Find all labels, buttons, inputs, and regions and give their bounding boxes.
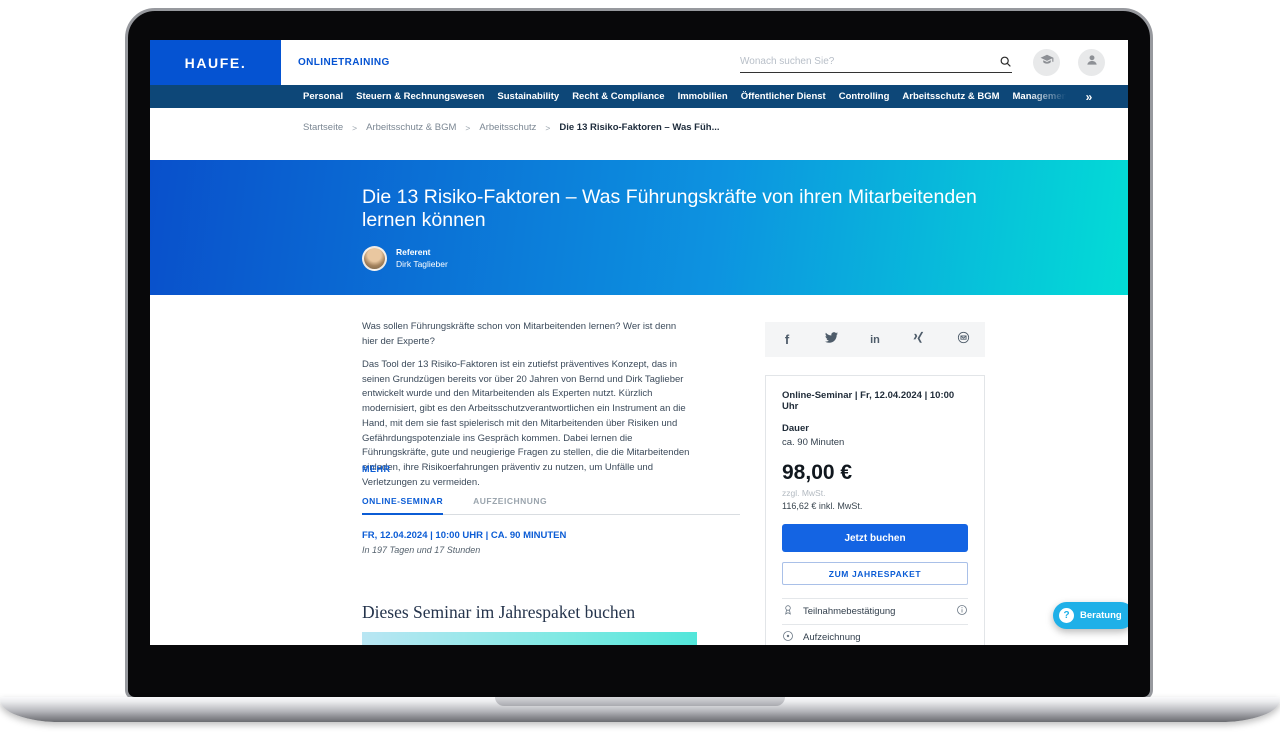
facebook-icon: f	[785, 332, 789, 347]
haufe-logo-text: Haufe.	[185, 55, 247, 71]
referent-avatar	[362, 246, 387, 271]
feature-label: Aufzeichnung	[803, 632, 968, 643]
article-body: Das Tool der 13 Risiko-Faktoren ist ein …	[362, 358, 694, 490]
share-email-button[interactable]	[952, 329, 974, 351]
page-title: Die 13 Risiko-Faktoren – Was Führungskrä…	[362, 186, 1002, 232]
academy-button[interactable]	[1033, 49, 1060, 76]
question-circle-icon: ?	[1059, 608, 1074, 623]
consult-button-label: Beratung	[1080, 610, 1122, 621]
haufe-logo[interactable]: Haufe.	[150, 40, 281, 85]
breadcrumb-separator: >	[545, 123, 550, 133]
nav-item-oeffentlicher-dienst[interactable]: Öffentlicher Dienst	[741, 91, 826, 102]
breadcrumb-arbeitsschutz[interactable]: Arbeitsschutz	[479, 122, 536, 133]
article-intro: Was sollen Führungskräfte schon von Mita…	[362, 320, 694, 349]
portal-label: ONLINETRAINING	[298, 40, 390, 85]
referent-row: Referent Dirk Taglieber	[362, 246, 448, 271]
nav-item-personal[interactable]: Personal	[303, 91, 343, 102]
nav-overflow-chevron-icon[interactable]: »	[1086, 90, 1093, 104]
breadcrumb: Startseite > Arbeitsschutz & BGM > Arbei…	[303, 122, 720, 133]
nav-item-arbeitsschutz[interactable]: Arbeitsschutz & BGM	[902, 91, 999, 102]
browser-viewport: Haufe. ONLINETRAINING	[150, 40, 1128, 645]
graduation-cap-icon	[1040, 53, 1054, 72]
feature-label: Teilnahmebestätigung	[803, 606, 947, 617]
award-icon	[782, 603, 794, 621]
referent-label: Referent	[396, 247, 448, 258]
referent-text: Referent Dirk Taglieber	[396, 247, 448, 270]
vat-note: zzgl. MwSt.	[782, 488, 968, 498]
booking-box: Online-Seminar | Fr, 12.04.2024 | 10:00 …	[765, 375, 985, 645]
session-date-line: FR, 12.04.2024 | 10:00 UHR | CA. 90 MINU…	[362, 530, 566, 541]
tab-aufzeichnung[interactable]: AUFZEICHNUNG	[473, 496, 547, 514]
share-linkedin-button[interactable]: in	[864, 329, 886, 351]
page: Haufe. ONLINETRAINING	[0, 0, 1280, 732]
price-incl-vat: 116,62 € inkl. MwSt.	[782, 501, 968, 511]
breadcrumb-startseite[interactable]: Startseite	[303, 122, 343, 133]
email-icon	[957, 331, 970, 349]
seminar-tabs: ONLINE-SEMINAR AUFZEICHNUNG	[362, 496, 740, 515]
main-nav: Personal Steuern & Rechnungswesen Sustai…	[150, 85, 1128, 108]
nav-item-management[interactable]: Management	[1013, 91, 1071, 102]
laptop-base-notch	[495, 697, 785, 706]
account-button[interactable]	[1078, 49, 1105, 76]
feature-row-teilnahmebestaetigung: Teilnahmebestätigung	[782, 598, 968, 624]
package-section-heading: Dieses Seminar im Jahrespaket buchen	[362, 602, 635, 623]
package-teaser-banner	[362, 632, 697, 645]
nav-item-controlling[interactable]: Controlling	[839, 91, 890, 102]
duration-value: ca. 90 Minuten	[782, 437, 968, 448]
more-link[interactable]: MEHR	[362, 464, 391, 474]
share-bar: f in	[765, 322, 985, 357]
nav-item-recht[interactable]: Recht & Compliance	[572, 91, 664, 102]
referent-name: Dirk Taglieber	[396, 259, 448, 270]
nav-item-sustainability[interactable]: Sustainability	[497, 91, 559, 102]
hero-banner: Die 13 Risiko-Faktoren – Was Führungskrä…	[150, 160, 1128, 295]
book-now-button[interactable]: Jetzt buchen	[782, 524, 968, 552]
tab-online-seminar[interactable]: ONLINE-SEMINAR	[362, 496, 443, 515]
nav-item-steuern[interactable]: Steuern & Rechnungswesen	[356, 91, 484, 102]
feature-list: Teilnahmebestätigung Aufzeichnung	[782, 598, 968, 645]
share-xing-button[interactable]	[908, 329, 930, 351]
record-icon	[782, 629, 794, 646]
linkedin-icon: in	[870, 334, 880, 346]
info-icon[interactable]	[956, 603, 968, 621]
search-icon[interactable]	[999, 55, 1012, 68]
breadcrumb-separator: >	[352, 123, 357, 133]
breadcrumb-current: Die 13 Risiko-Faktoren – Was Füh...	[559, 122, 719, 133]
search-input[interactable]	[740, 56, 999, 67]
duration-label: Dauer	[782, 423, 968, 434]
breadcrumb-arbeitsschutz-bgm[interactable]: Arbeitsschutz & BGM	[366, 122, 456, 133]
nav-item-immobilien[interactable]: Immobilien	[678, 91, 728, 102]
xing-icon	[913, 331, 926, 349]
breadcrumb-separator: >	[465, 123, 470, 133]
twitter-icon	[825, 331, 838, 349]
price: 98,00 €	[782, 461, 968, 485]
site-header: Haufe. ONLINETRAINING	[150, 40, 1128, 85]
user-icon	[1085, 53, 1099, 72]
share-twitter-button[interactable]	[820, 329, 842, 351]
feature-row-aufzeichnung: Aufzeichnung	[782, 624, 968, 645]
consult-button[interactable]: ? Beratung	[1053, 602, 1128, 629]
share-facebook-button[interactable]: f	[776, 329, 798, 351]
annual-package-button[interactable]: ZUM JAHRESPAKET	[782, 562, 968, 585]
booking-session-summary: Online-Seminar | Fr, 12.04.2024 | 10:00 …	[782, 390, 968, 412]
session-countdown: In 197 Tagen und 17 Stunden	[362, 545, 480, 555]
search-bar	[740, 51, 1012, 73]
